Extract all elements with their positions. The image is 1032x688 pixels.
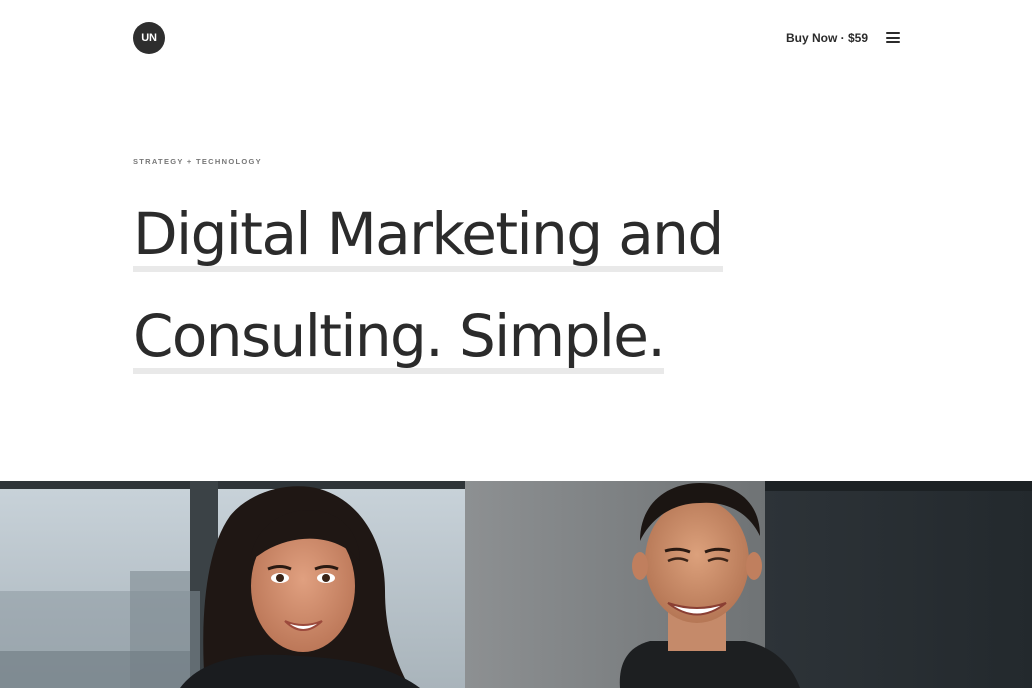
hero-photo: [0, 481, 1032, 688]
menu-icon-bar: [886, 32, 900, 34]
hero-headline: Digital Marketing and Consulting. Simple…: [133, 186, 724, 384]
buy-now-link[interactable]: Buy Now · $59: [786, 30, 868, 46]
logo[interactable]: UN: [133, 22, 165, 54]
hamburger-menu-icon[interactable]: [886, 32, 900, 43]
headline-line-2: Consulting. Simple.: [133, 296, 666, 376]
menu-icon-bar: [886, 41, 900, 43]
hero-eyebrow: STRATEGY + TECHNOLOGY: [133, 157, 262, 166]
headline-line-1: Digital Marketing and: [133, 194, 724, 274]
two-smiling-people-photo: [0, 481, 1032, 688]
menu-icon-bar: [886, 36, 900, 39]
page: UN Buy Now · $59 STRATEGY + TECHNOLOGY D…: [0, 0, 1032, 688]
